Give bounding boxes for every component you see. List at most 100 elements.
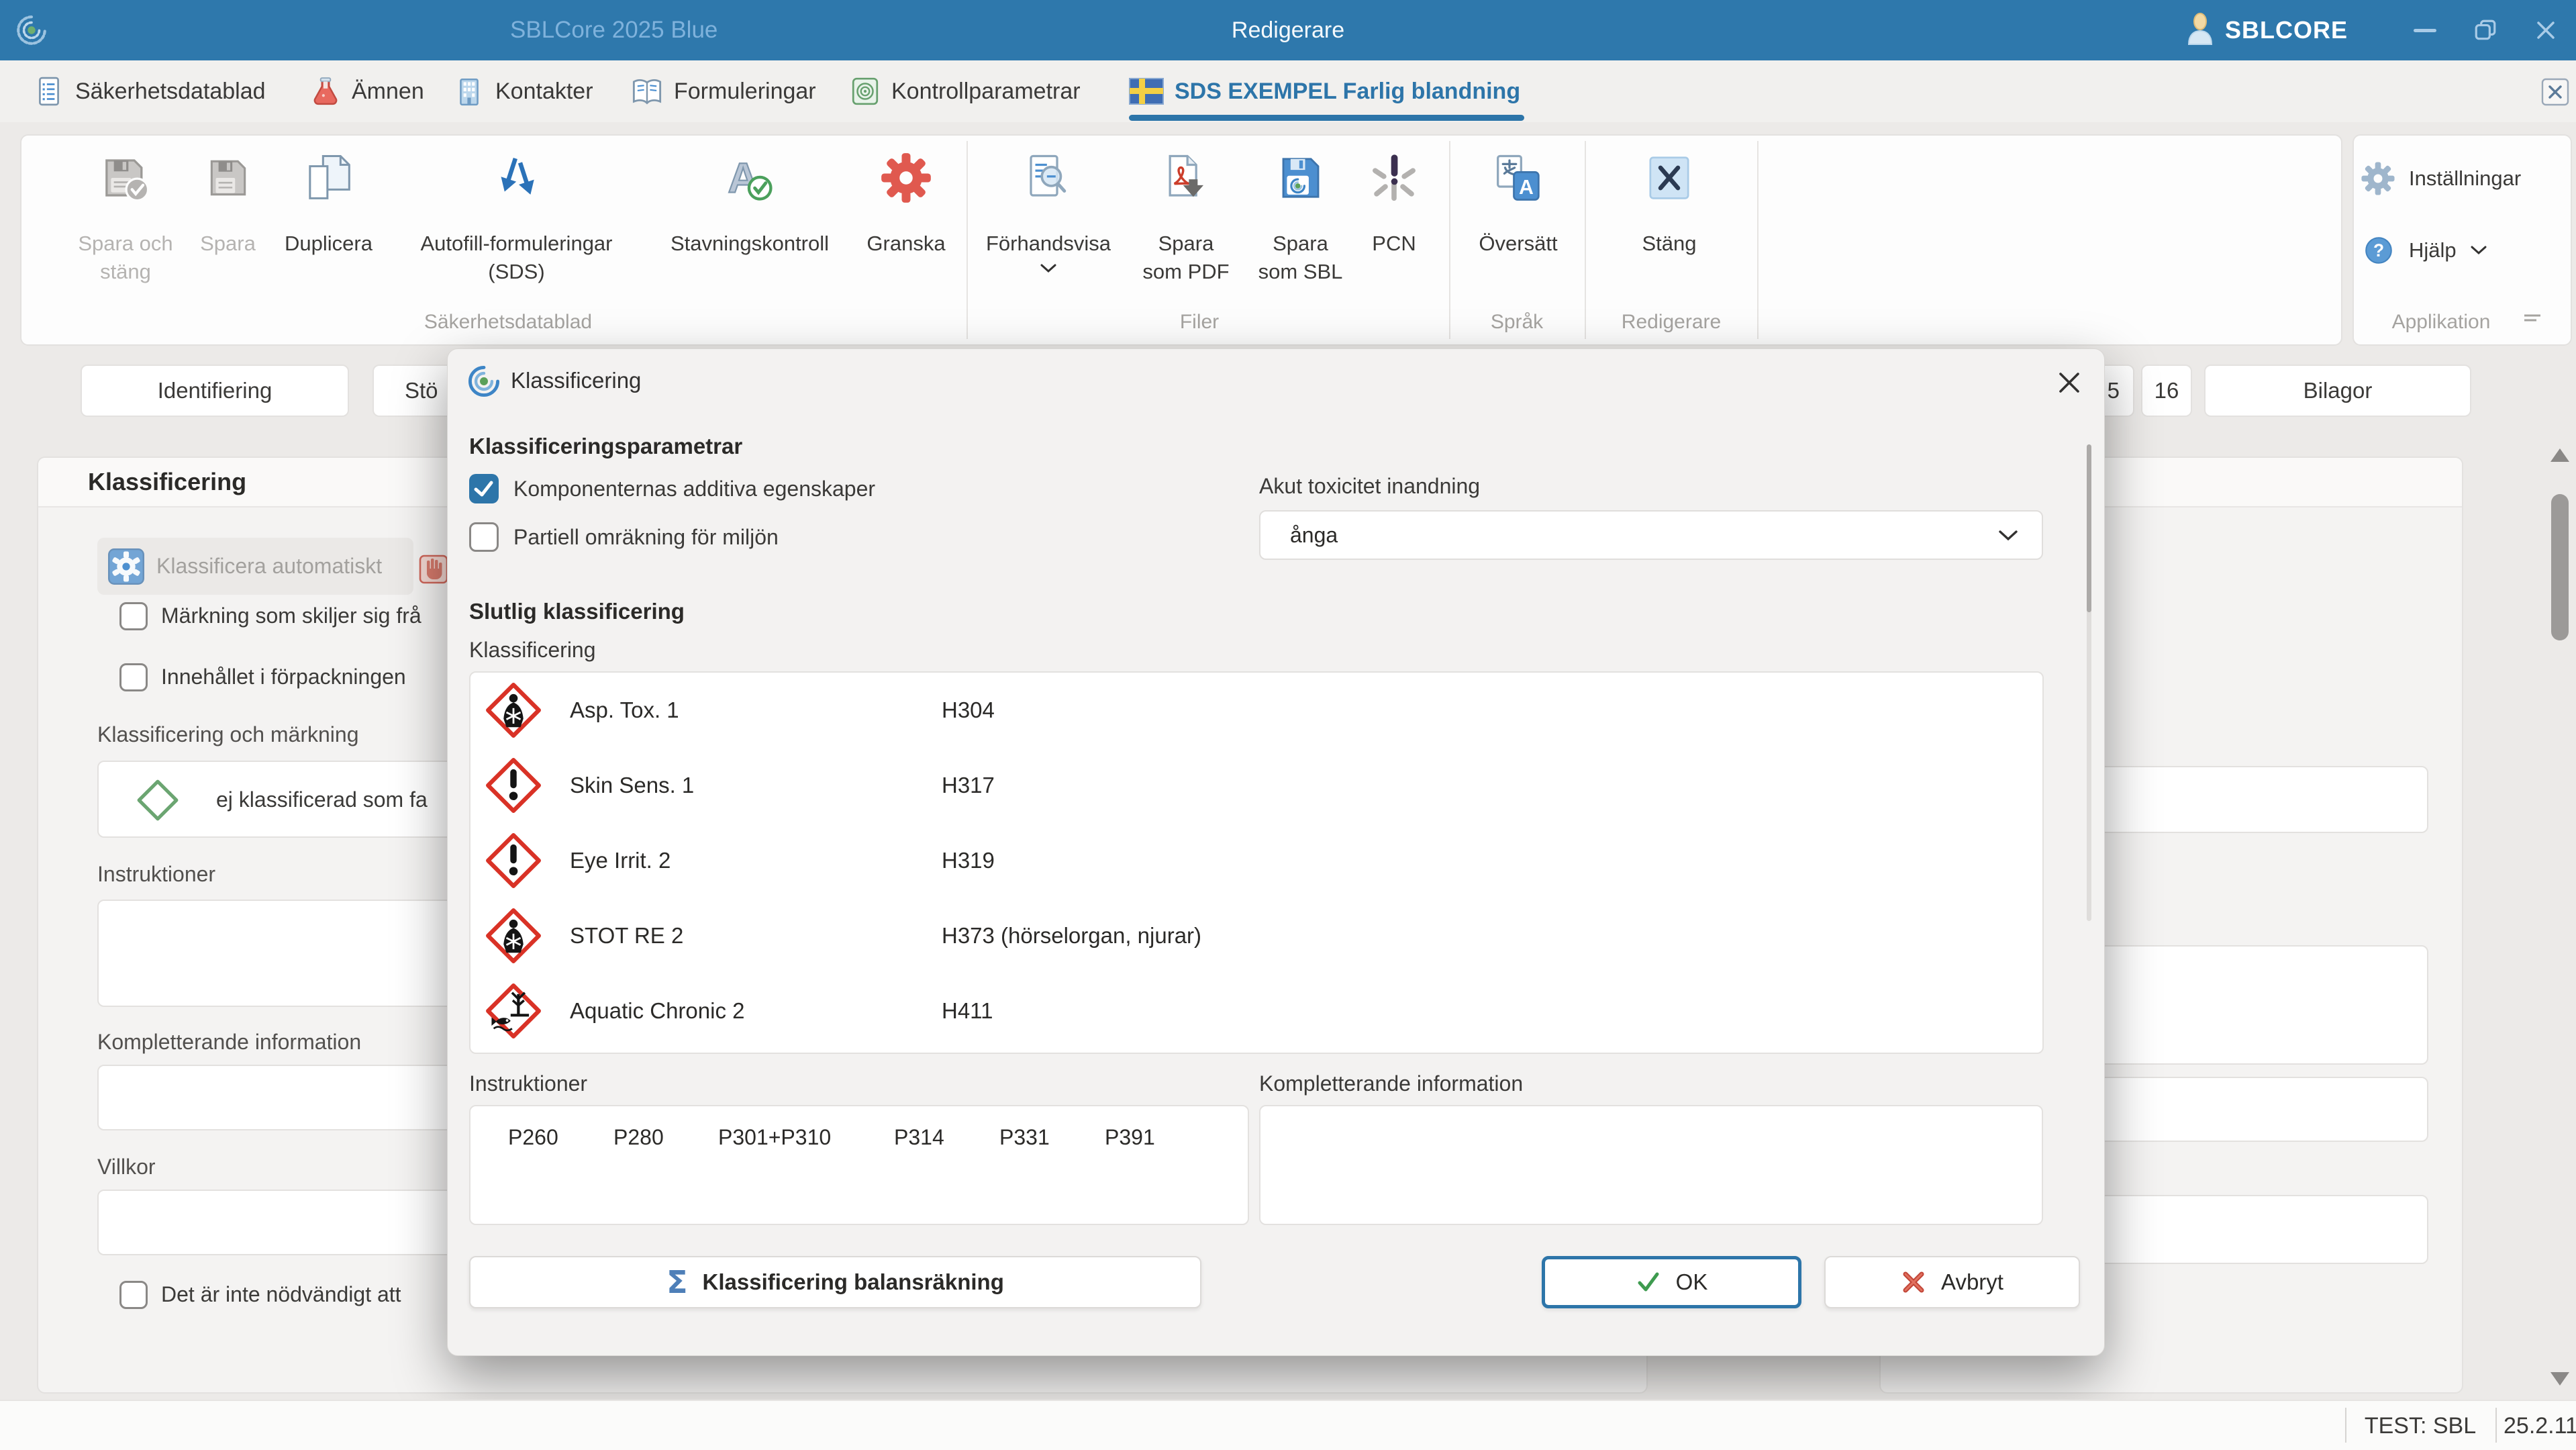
close-tab-button[interactable] xyxy=(2541,78,2569,109)
final-heading: Slutlig klassificering xyxy=(469,599,685,624)
book-icon xyxy=(632,79,662,105)
ribbon-separator xyxy=(1449,141,1450,339)
review-button[interactable]: Granska xyxy=(856,149,956,317)
restore-icon xyxy=(2475,19,2496,40)
help-button[interactable]: ? Hjälp xyxy=(2362,234,2487,267)
classification-row[interactable]: Aquatic Chronic 2 H411 xyxy=(470,973,2042,1049)
not-necessary-label: Det är inte nödvändigt att xyxy=(161,1282,401,1306)
conditions-label: Villkor xyxy=(97,1155,156,1179)
green-diamond-icon xyxy=(137,779,179,821)
tab-kontrollparametrar[interactable]: Kontrollparametrar xyxy=(850,60,1081,122)
close-editor-button[interactable]: Stäng xyxy=(1622,149,1716,317)
labeling-differs-checkbox[interactable] xyxy=(119,602,148,630)
user-name[interactable]: SBLCORE xyxy=(2225,16,2348,44)
pcn-burst-icon xyxy=(1368,149,1420,207)
hazard-class: Skin Sens. 1 xyxy=(570,773,695,798)
autofill-formulations-button[interactable]: Autofill-formuleringar (SDS) xyxy=(387,149,646,317)
hazard-class: STOT RE 2 xyxy=(570,923,684,948)
not-necessary-checkbox[interactable] xyxy=(119,1281,148,1309)
ribbon-group-label: Språk xyxy=(1490,311,1544,333)
acute-toxicity-select[interactable]: ånga xyxy=(1259,510,2043,560)
close-document-icon xyxy=(1643,149,1695,207)
scrollbar-thumb[interactable] xyxy=(2551,494,2569,640)
section-tab-label: 16 xyxy=(2154,378,2179,403)
chevron-down-icon xyxy=(1997,523,2019,548)
classification-list-label: Klassificering xyxy=(469,638,596,662)
classification-row[interactable]: STOT RE 2 H373 (hörselorgan, njurar) xyxy=(470,898,2042,973)
translate-button[interactable]: A Översätt xyxy=(1461,149,1575,317)
dialog-scrollbar-thumb[interactable] xyxy=(2087,444,2091,612)
autofill-arrows-icon xyxy=(491,149,543,207)
hazard-statement: H411 xyxy=(942,998,993,1023)
manual-classify-button[interactable] xyxy=(419,554,448,587)
save-as-pdf-button[interactable]: Spara som PDF xyxy=(1129,149,1243,317)
ribbon-group-label: Filer xyxy=(1179,311,1220,333)
spellcheck-button[interactable]: A Stavningskontroll xyxy=(646,149,854,317)
additive-properties-checkbox[interactable] xyxy=(469,474,499,503)
section-tab-label: Bilagor xyxy=(2303,378,2373,403)
minimize-button[interactable] xyxy=(2395,0,2455,60)
auto-classify-label: Klassificera automatiskt xyxy=(156,554,383,578)
pcn-button[interactable]: PCN xyxy=(1357,149,1431,317)
maximize-button[interactable] xyxy=(2455,0,2516,60)
close-tab-icon xyxy=(2541,78,2569,106)
classification-row[interactable]: Asp. Tox. 1 H304 xyxy=(470,673,2042,748)
acute-toxicity-label: Akut toxicitet inandning xyxy=(1259,474,1481,498)
ribbon-app-panel: Inställningar ? Hjälp Applikation xyxy=(2352,134,2572,346)
svg-text:A: A xyxy=(1519,177,1534,199)
section-tab-16[interactable]: 16 xyxy=(2141,365,2192,417)
ghs07-exclamation-icon xyxy=(485,757,542,817)
document-tabbar: Säkerhetsdatablad Ämnen Kontakter Formul… xyxy=(0,60,2576,122)
classification-row[interactable]: Skin Sens. 1 H317 xyxy=(470,748,2042,823)
tab-amnen[interactable]: Ämnen xyxy=(310,60,424,122)
swedish-flag-icon xyxy=(1129,78,1164,105)
tab-label: Ämnen xyxy=(352,78,424,104)
save-button: Spara xyxy=(193,149,263,317)
scroll-down-arrow[interactable] xyxy=(2550,1372,2569,1386)
classification-balance-button[interactable]: Σ Klassificering balansräkning xyxy=(469,1256,1201,1308)
tab-formuleringar[interactable]: Formuleringar xyxy=(631,60,816,122)
ghs08-health-hazard-icon xyxy=(485,908,542,967)
tab-kontakter[interactable]: Kontakter xyxy=(454,60,593,122)
close-window-button[interactable] xyxy=(2516,0,2576,60)
settings-label: Inställningar xyxy=(2409,166,2522,190)
tab-sakerhetsdatablad[interactable]: Säkerhetsdatablad xyxy=(34,60,266,122)
settings-button[interactable]: Inställningar xyxy=(2361,161,2521,196)
class-marking-label: Klassificering och märkning xyxy=(97,722,359,746)
p-code: P314 xyxy=(894,1125,944,1149)
save-as-sbl-button[interactable]: Spara som SBL xyxy=(1248,149,1352,317)
check-icon xyxy=(474,481,493,497)
package-contents-checkbox[interactable] xyxy=(119,663,148,691)
statusbar-separator xyxy=(2495,1408,2497,1443)
classification-row[interactable]: Eye Irrit. 2 H319 xyxy=(470,823,2042,898)
dialog-supplementary-field[interactable] xyxy=(1259,1105,2043,1225)
ok-button[interactable]: OK xyxy=(1542,1256,1801,1308)
preview-icon xyxy=(1022,149,1075,207)
version-number: 25.2.11 xyxy=(2504,1413,2576,1439)
cancel-button[interactable]: Avbryt xyxy=(1824,1256,2080,1308)
chevron-down-icon xyxy=(2471,246,2487,255)
classification-list: Asp. Tox. 1 H304 Skin Sens. 1 H317 Eye I… xyxy=(469,671,2044,1054)
hand-stop-icon xyxy=(419,554,448,584)
user-account-icon[interactable] xyxy=(2185,12,2216,49)
precautionary-statements-field[interactable]: P260 P280 P301+P310 P314 P331 P391 xyxy=(469,1105,1249,1225)
ghs09-environment-icon xyxy=(485,983,542,1043)
partial-recalculation-checkbox[interactable] xyxy=(469,522,499,552)
hazard-statement: H373 (hörselorgan, njurar) xyxy=(942,923,1202,948)
preview-button[interactable]: Förhandsvisa xyxy=(976,149,1121,317)
auto-classify-gear-icon xyxy=(108,548,144,585)
duplicate-button[interactable]: Duplicera xyxy=(270,149,387,317)
hazard-statement: H317 xyxy=(942,773,995,798)
hazard-class: Aquatic Chronic 2 xyxy=(570,998,745,1023)
scroll-up-arrow[interactable] xyxy=(2550,448,2569,462)
package-contents-label: Innehållet i förpackningen xyxy=(161,665,406,689)
tab-sds-exempel[interactable]: SDS EXEMPEL Farlig blandning xyxy=(1129,60,1525,122)
group-options-icon[interactable] xyxy=(2523,313,2542,330)
close-icon xyxy=(2537,21,2555,39)
dialog-close-button[interactable] xyxy=(2053,367,2085,399)
ghs07-exclamation-icon xyxy=(485,832,542,892)
gear-icon xyxy=(2361,162,2395,195)
section-tab-bilagor[interactable]: Bilagor xyxy=(2204,365,2471,417)
section-tab-identifiering[interactable]: Identifiering xyxy=(81,365,349,417)
dialog-scrollbar[interactable] xyxy=(2087,444,2091,921)
